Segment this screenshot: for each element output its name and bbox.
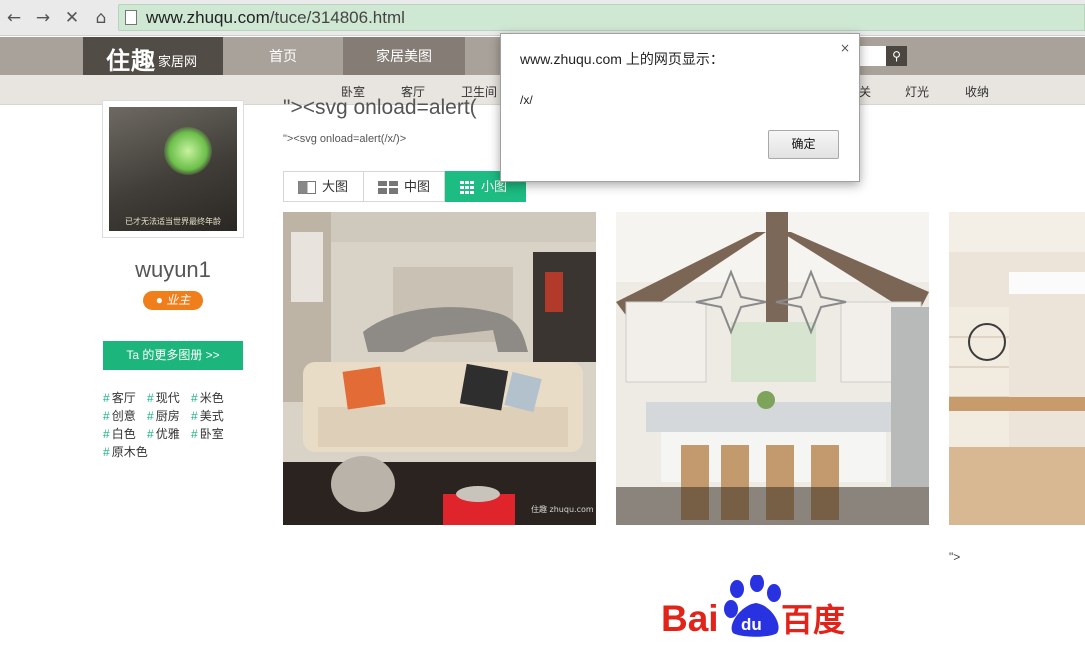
username[interactable]: wuyun1 (102, 257, 244, 283)
user-icon: ● (155, 293, 167, 307)
logo-mark: 住趣 (106, 48, 156, 75)
tag-link[interactable]: # 原木色 (103, 443, 148, 460)
more-albums-button[interactable]: Ta 的更多图册 >> (103, 341, 243, 370)
tag-link[interactable]: # 创意 (103, 407, 136, 424)
large-view-icon (298, 181, 316, 194)
logo-text: 家居网 (158, 54, 198, 69)
subnav-storage[interactable]: 收纳 (965, 83, 989, 100)
avatar-glow (164, 127, 212, 175)
subnav-partial[interactable]: 关 (859, 83, 871, 100)
kitchen-image (616, 212, 929, 525)
tag-link[interactable]: # 厨房 (147, 407, 180, 424)
alert-dialog: www.zhuqu.com 上的网页显示： × /x/ 确定 (500, 33, 860, 182)
tag-link[interactable]: # 美式 (191, 407, 224, 424)
baidu-cn-text: 百度 (781, 601, 845, 637)
address-bar[interactable]: www.zhuqu.com/tuce/314806.html (118, 4, 1085, 31)
avatar-image: 已才无法适当世界最终年龄 (109, 107, 237, 231)
tag-link[interactable]: # 优雅 (147, 425, 180, 442)
tab-medium[interactable]: 中图 (363, 171, 445, 202)
tab-large-label: 大图 (322, 179, 349, 194)
tag-link[interactable]: # 现代 (147, 389, 180, 406)
album-subtitle: "><svg onload=alert(/x/)> (283, 133, 407, 145)
grid-icon (460, 181, 474, 194)
photo-living-room[interactable]: 住趣 zhuqu.com (283, 212, 596, 525)
tag-link[interactable]: # 卧室 (191, 425, 224, 442)
album-title: "><svg onload=alert( (283, 96, 477, 119)
trailing-text: "> (949, 550, 961, 564)
close-icon[interactable]: × (840, 41, 850, 55)
subnav-lighting[interactable]: 灯光 (905, 83, 929, 100)
search-input[interactable] (856, 46, 886, 66)
page-icon (125, 10, 137, 25)
search-icon[interactable]: ⚲ (886, 46, 907, 66)
dialog-message: /x/ (520, 93, 533, 107)
url-host: www.zhuqu.com (146, 8, 270, 27)
nav-home[interactable]: 首页 (223, 37, 343, 75)
tag-link[interactable]: # 客厅 (103, 389, 136, 406)
photo-dining[interactable] (949, 212, 1085, 525)
tag-link[interactable]: # 白色 (103, 425, 136, 442)
avatar[interactable]: 已才无法适当世界最终年龄 (102, 100, 244, 238)
nav-gallery[interactable]: 家居美图 (343, 37, 465, 75)
watermark-text: 住趣 zhuqu.com (531, 504, 594, 514)
tab-medium-label: 中图 (404, 179, 431, 194)
ok-button[interactable]: 确定 (768, 130, 839, 159)
stop-icon[interactable]: ✕ (62, 8, 82, 28)
back-arrow-icon[interactable]: ← (4, 8, 24, 28)
tab-large[interactable]: 大图 (283, 171, 364, 202)
dialog-title: www.zhuqu.com 上的网页显示： (520, 51, 724, 67)
forward-arrow-icon[interactable]: → (33, 8, 53, 28)
browser-toolbar: ← → ✕ ⌂ www.zhuqu.com/tuce/314806.html (0, 0, 1085, 36)
baidu-paw-text: du (741, 615, 762, 634)
owner-badge: ● 业主 (143, 291, 203, 310)
home-icon[interactable]: ⌂ (91, 8, 111, 28)
avatar-caption: 已才无法适当世界最终年龄 (125, 217, 221, 226)
baidu-logo[interactable]: Bai du 百度 (661, 575, 846, 637)
url-text[interactable]: www.zhuqu.com/tuce/314806.html (146, 8, 405, 28)
tag-link[interactable]: # 米色 (191, 389, 224, 406)
dining-image (949, 212, 1085, 525)
url-path: /tuce/314806.html (269, 8, 405, 27)
baidu-text: Bai (661, 598, 719, 637)
site-logo[interactable]: 住趣 家居网 (83, 37, 223, 75)
living-room-image: 住趣 zhuqu.com (283, 212, 596, 525)
badge-label: 业主 (166, 293, 191, 307)
medium-view-icon (378, 181, 398, 194)
photo-kitchen[interactable] (616, 212, 929, 525)
